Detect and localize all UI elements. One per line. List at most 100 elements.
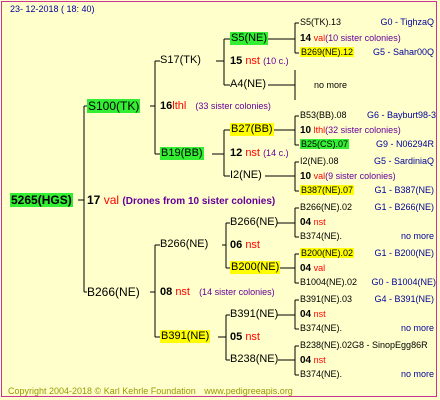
gen4-id[interactable]: B200(NE).02	[300, 248, 355, 258]
gen4-row: 04 nst	[300, 217, 326, 228]
ggp-i2-id[interactable]: I2(NE)	[230, 169, 262, 182]
ggp-b266-id[interactable]: B266(NE)	[230, 216, 278, 229]
gen4-id[interactable]: I2(NE).08	[300, 156, 339, 166]
gen4-row: B1004(NE).02 G0 - B1004(NE)	[300, 277, 436, 288]
gen4-id[interactable]: B374(NE).	[300, 323, 342, 333]
gen4-id[interactable]: B374(NE).	[300, 231, 342, 241]
gp-s17-line-label: nst	[245, 55, 260, 67]
gen4-line-label: nst	[313, 217, 326, 227]
gen4-row: B387(NE).07 G1 - B387(NE)	[300, 185, 434, 196]
gen4-row: B266(NE).02 G1 - B266(NE)	[300, 202, 434, 213]
gp-s17-count: 15	[230, 55, 243, 67]
gen4-count: 04	[300, 217, 312, 228]
footer-site-link[interactable]: www.pedigreeapis.org	[204, 386, 293, 396]
parent-drone-info: 08 nst (14 sister colonies)	[160, 286, 275, 299]
gen4-count: 04	[300, 355, 312, 366]
gen4-row: 04 nst	[300, 355, 326, 366]
gen4-label: no more	[400, 369, 434, 379]
gen4-count: 04	[300, 263, 312, 274]
gen4-note: (32 sister colonies)	[325, 125, 401, 135]
gp-b266-count: 06	[230, 239, 243, 251]
gp-b19-line-label: nst	[245, 147, 260, 159]
gp-s17-note: (10 c.)	[263, 56, 289, 66]
ggp-b200-id[interactable]: B200(NE)	[230, 261, 281, 274]
gen4-row: B200(NE).02 G1 - B200(NE)	[300, 248, 434, 259]
ggp-b27-id[interactable]: B27(BB)	[230, 123, 274, 136]
gen4-id[interactable]: B238(NE).02G8 - SinopEgg86R	[300, 340, 428, 350]
gen4-line-label: val	[313, 33, 326, 43]
gen4-row: 04 nst	[300, 309, 326, 320]
ggp-s5-id[interactable]: S5(NE)	[230, 32, 269, 45]
root-queen-id[interactable]: 5265(HGS)	[10, 193, 73, 207]
gp-b19-count: 12	[230, 147, 243, 159]
gen4-label: no more	[400, 231, 434, 241]
gen4-count: 04	[300, 309, 312, 320]
gen4-id[interactable]: B391(NE).03	[300, 294, 352, 304]
gp-b19-info: 12 nst (14 c.)	[230, 147, 289, 160]
parent-drone-count: 08	[160, 286, 173, 298]
gen4-label: G6 - Bayburt98-3	[366, 110, 436, 120]
gp-b391-id[interactable]: B391(NE)	[160, 330, 211, 343]
parent-queen-count: 16	[160, 100, 173, 112]
gen4-id[interactable]: B387(NE).07	[300, 185, 355, 195]
gen4-row: B269(NE).12 G5 - Sahar00Q	[300, 47, 434, 58]
ggp-b391-id[interactable]: B391(NE)	[230, 308, 278, 321]
parent-queen-id[interactable]: S100(TK)	[87, 99, 141, 113]
gen4-label: G0 - TighzaQ	[380, 17, 434, 27]
gen4-label: G4 - B391(NE)	[374, 294, 434, 304]
gp-s17-id[interactable]: S17(TK)	[160, 54, 201, 67]
gen4-count: 14	[300, 33, 312, 44]
gen4-id[interactable]: B1004(NE).02	[300, 277, 357, 287]
gen4-note: (10 sister colonies)	[325, 33, 401, 43]
gen4-label: no more	[400, 323, 434, 333]
gen4-line-label: val	[313, 263, 326, 273]
gen4-label: G9 - N06294R	[375, 139, 434, 149]
gen4-label: G0 - B1004(NE)	[371, 277, 436, 287]
gen4-row: B53(BB).08 G6 - Bayburt98-3	[300, 110, 436, 121]
gen4-id[interactable]: B53(BB).08	[300, 110, 347, 120]
parent-drone-line-label: nst	[175, 286, 190, 298]
parent-queen-info: 16lthl (33 sister colonies)	[160, 100, 271, 113]
gen4-row: S5(TK).13 G0 - TighzaQ	[300, 17, 434, 28]
gen4-row: 10 val(9 sister colonies)	[300, 171, 396, 182]
gen4-line-label: lthl	[313, 125, 326, 135]
report-date: 23- 12-2018 ( 18: 40)	[10, 4, 95, 14]
gen4-id[interactable]: B374(NE).	[300, 369, 342, 379]
gp-b19-note: (14 c.)	[263, 148, 289, 158]
gen4-line-label: nst	[313, 355, 326, 365]
gen4-id[interactable]: B25(CS).07	[300, 139, 350, 149]
gen4-label: G5 - SardiniaQ	[373, 156, 434, 166]
gen4-id[interactable]: B266(NE).02	[300, 202, 352, 212]
parent-drone-id[interactable]: B266(NE)	[87, 285, 140, 299]
gen4-row: no more	[314, 80, 347, 91]
gp-b266-id[interactable]: B266(NE)	[160, 238, 208, 251]
ggp-a4-id[interactable]: A4(NE)	[230, 78, 266, 91]
gen4-id[interactable]: S5(TK).13	[300, 17, 341, 27]
gp-b391-count: 05	[230, 331, 243, 343]
root-info: 17 val (Drones from 10 sister colonies)	[87, 193, 275, 209]
root-note: (Drones from 10 sister colonies)	[122, 196, 276, 207]
gen4-note: (9 sister colonies)	[325, 171, 396, 181]
gp-s17-info: 15 nst (10 c.)	[230, 55, 289, 68]
gen4-row: 10 lthl(32 sister colonies)	[300, 125, 401, 136]
gen4-row: 04 val	[300, 263, 325, 274]
ggp-b238-id[interactable]: B238(NE)	[230, 353, 278, 366]
gp-b391-line-label: nst	[245, 331, 260, 343]
parent-drone-note: (14 sister colonies)	[199, 287, 275, 297]
gp-b266-line-label: nst	[245, 239, 260, 251]
gen4-row: B374(NE). no more	[300, 231, 434, 242]
gen4-row: B374(NE). no more	[300, 369, 434, 380]
gp-b266-info: 06 nst	[230, 239, 260, 252]
gen4-id[interactable]: B269(NE).12	[300, 47, 355, 57]
parent-queen-note: (33 sister colonies)	[195, 101, 271, 111]
footer: Copyright 2004-2018 © Karl Kehrle Founda…	[8, 386, 293, 397]
gen4-no-more: no more	[314, 80, 348, 90]
gen4-line-label: val	[313, 171, 326, 181]
root-generation-count: 17	[87, 193, 101, 207]
gen4-row: I2(NE).08 G5 - SardiniaQ	[300, 156, 434, 167]
gp-b391-info: 05 nst	[230, 331, 260, 344]
gen4-row: B391(NE).03 G4 - B391(NE)	[300, 294, 434, 305]
gp-b19-id[interactable]: B19(BB)	[160, 147, 204, 160]
gen4-row: B238(NE).02G8 - SinopEgg86R	[300, 340, 428, 351]
root-line-label: val	[103, 193, 120, 207]
